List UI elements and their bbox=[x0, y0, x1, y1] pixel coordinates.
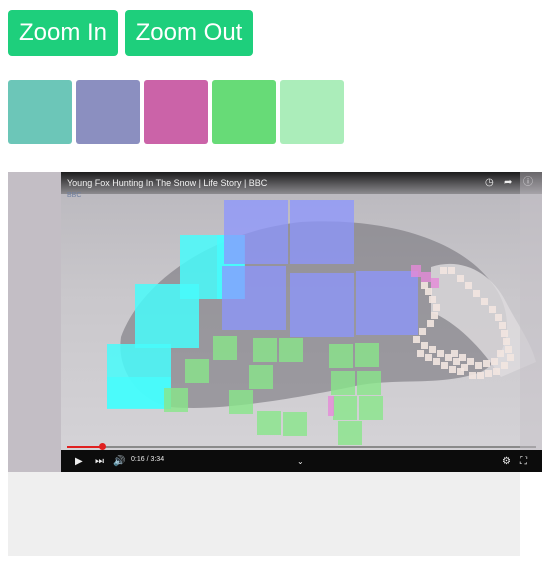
video-title[interactable]: Young Fox Hunting In The Snow | Life Sto… bbox=[67, 178, 267, 188]
cream-tile bbox=[465, 282, 472, 289]
cream-tile bbox=[467, 358, 474, 365]
time-display: 0:16 / 3:34 bbox=[131, 456, 165, 463]
swatch-magenta[interactable] bbox=[144, 80, 208, 144]
green-tile bbox=[257, 411, 281, 435]
green-tile bbox=[164, 388, 188, 412]
volume-icon[interactable]: 🔊 bbox=[113, 456, 125, 468]
cream-tile bbox=[421, 342, 428, 349]
chevron-down-icon[interactable]: ⌄ bbox=[297, 456, 304, 468]
green-tile bbox=[355, 343, 379, 367]
swatch-light-green[interactable] bbox=[280, 80, 344, 144]
canvas-margin-right bbox=[520, 172, 542, 450]
cream-tile bbox=[448, 267, 455, 274]
cream-tile bbox=[505, 346, 512, 353]
blue-tile bbox=[290, 273, 354, 337]
cream-tile bbox=[440, 267, 447, 274]
cream-tile bbox=[459, 354, 466, 361]
cream-tile bbox=[503, 338, 510, 345]
cream-tile bbox=[433, 358, 440, 365]
cream-tile bbox=[449, 366, 456, 373]
cream-tile bbox=[485, 370, 492, 377]
green-tile bbox=[329, 344, 353, 368]
cream-tile bbox=[489, 306, 496, 313]
cream-tile bbox=[431, 312, 438, 319]
green-tile bbox=[279, 338, 303, 362]
cream-tile bbox=[419, 328, 426, 335]
cream-tile bbox=[495, 314, 502, 321]
video-channel: BBC bbox=[67, 192, 82, 199]
share-icon[interactable]: ➦ bbox=[504, 177, 512, 189]
blue-tile bbox=[290, 200, 354, 264]
cream-tile bbox=[425, 354, 432, 361]
clock-icon[interactable]: ◷ bbox=[485, 177, 494, 189]
canvas-stage[interactable]: Young Fox Hunting In The Snow | Life Sto… bbox=[8, 172, 542, 556]
green-tile bbox=[249, 365, 273, 389]
green-tile bbox=[283, 412, 307, 436]
cream-tile bbox=[429, 296, 436, 303]
cyan-tile bbox=[107, 377, 171, 409]
green-tile bbox=[357, 371, 381, 395]
cream-tile bbox=[425, 288, 432, 295]
fullscreen-icon[interactable]: ⛶ bbox=[520, 456, 527, 468]
cream-tile bbox=[421, 282, 428, 289]
cream-tile bbox=[437, 350, 444, 357]
zoom-out-button[interactable]: Zoom Out bbox=[125, 10, 253, 56]
video-controls: ▶ ⏭ 🔊 0:16 / 3:34 ⌄ ⚙ ⛶ bbox=[61, 450, 542, 472]
pink-tile bbox=[411, 265, 421, 277]
swatch-teal[interactable] bbox=[8, 80, 72, 144]
cream-tile bbox=[457, 368, 464, 375]
cream-tile bbox=[469, 372, 476, 379]
green-tile bbox=[213, 336, 237, 360]
cream-tile bbox=[483, 360, 490, 367]
cream-tile bbox=[457, 275, 464, 282]
canvas-margin-left bbox=[8, 172, 61, 472]
progress-fill bbox=[67, 446, 102, 448]
green-tile bbox=[333, 396, 357, 420]
cream-tile bbox=[477, 372, 484, 379]
swatch-periwinkle[interactable] bbox=[76, 80, 140, 144]
cream-tile bbox=[493, 368, 500, 375]
cream-tile bbox=[481, 298, 488, 305]
cream-tile bbox=[417, 350, 424, 357]
cream-tile bbox=[491, 358, 498, 365]
settings-icon[interactable]: ⚙ bbox=[502, 456, 511, 468]
cream-tile bbox=[427, 320, 434, 327]
green-tile bbox=[185, 359, 209, 383]
cream-tile bbox=[451, 350, 458, 357]
progress-handle[interactable] bbox=[99, 443, 106, 450]
cream-tile bbox=[413, 336, 420, 343]
cream-tile bbox=[497, 350, 504, 357]
cream-tile bbox=[499, 322, 506, 329]
blue-tile bbox=[222, 266, 286, 330]
cream-tile bbox=[441, 362, 448, 369]
green-tile bbox=[229, 390, 253, 414]
zoom-in-button[interactable]: Zoom In bbox=[8, 10, 118, 56]
video-player[interactable]: Young Fox Hunting In The Snow | Life Sto… bbox=[61, 172, 542, 472]
blue-tile bbox=[356, 271, 418, 335]
play-icon[interactable]: ▶ bbox=[75, 456, 83, 468]
cream-tile bbox=[473, 290, 480, 297]
green-tile bbox=[338, 421, 362, 445]
green-tile bbox=[359, 396, 383, 420]
swatch-green[interactable] bbox=[212, 80, 276, 144]
progress-bar[interactable] bbox=[67, 443, 536, 450]
next-icon[interactable]: ⏭ bbox=[95, 456, 104, 468]
cream-tile bbox=[475, 362, 482, 369]
cream-tile bbox=[501, 330, 508, 337]
pink-tile bbox=[421, 272, 431, 282]
blue-tile bbox=[224, 200, 288, 264]
cream-tile bbox=[507, 354, 514, 361]
cream-tile bbox=[429, 346, 436, 353]
green-tile bbox=[331, 371, 355, 395]
pink-tile bbox=[328, 396, 334, 416]
cream-tile bbox=[433, 304, 440, 311]
pink-tile bbox=[431, 278, 439, 288]
green-tile bbox=[253, 338, 277, 362]
cream-tile bbox=[501, 362, 508, 369]
